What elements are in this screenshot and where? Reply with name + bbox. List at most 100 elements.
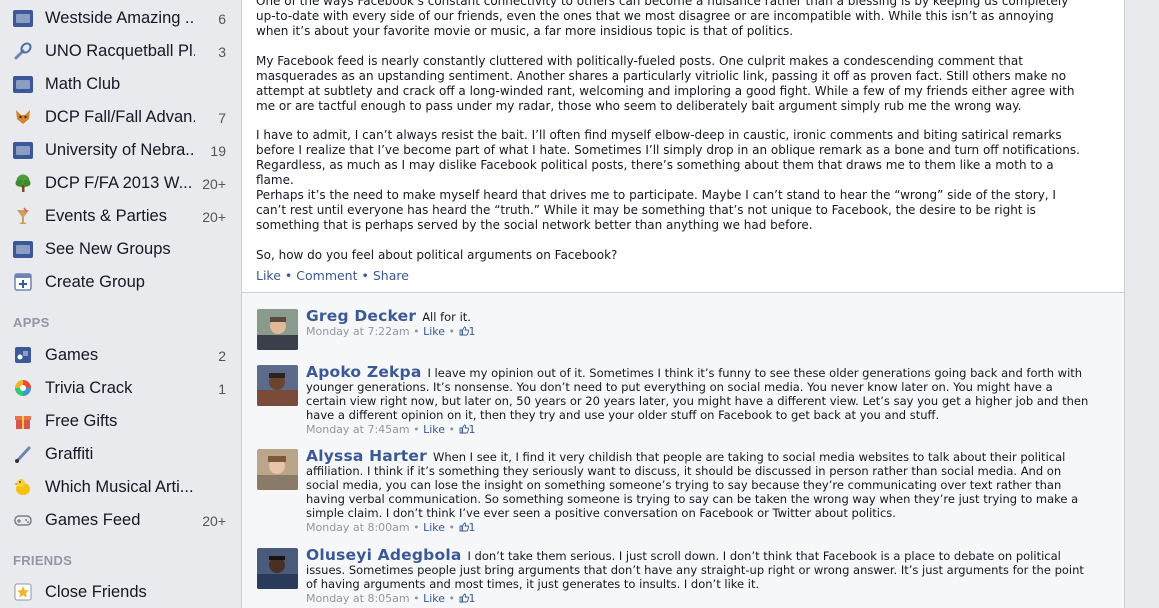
sidebar-item-label: Close Friends [45, 583, 147, 601]
notification-count: 3 [218, 44, 226, 60]
like-count[interactable]: 1 [469, 325, 476, 338]
sidebar-item-uno-racquetball[interactable]: UNO Racquetball Pl... 3 [0, 34, 243, 67]
sidebar-item-label: Games [45, 346, 99, 364]
notification-count: 20+ [202, 176, 226, 192]
thumbs-up-icon[interactable] [459, 592, 469, 605]
group-icon [13, 74, 33, 94]
notification-count: 1 [218, 381, 226, 397]
apps-section-header: APPS [13, 315, 50, 330]
notification-count: 2 [218, 348, 226, 364]
comment-text: I leave my opinion out of it. Sometimes … [306, 366, 1089, 422]
comment-meta: Monday at 8:05am • Like • 1 [306, 592, 476, 605]
avatar[interactable] [257, 309, 298, 350]
comment-like-link[interactable]: Like [423, 325, 445, 338]
post-paragraph: I have to admit, I can’t always resist t… [256, 128, 1080, 187]
sidebar-item-free-gifts[interactable]: Free Gifts [0, 404, 243, 437]
comment-time[interactable]: Monday at 8:05am [306, 592, 410, 605]
sidebar-item-label: Graffiti [45, 445, 94, 463]
comment-like-link[interactable]: Like [423, 521, 445, 534]
controller-icon [13, 510, 33, 530]
sidebar-item-see-new-groups[interactable]: See New Groups [0, 232, 243, 265]
cup-icon [13, 206, 33, 226]
sidebar-item-dcp-fall[interactable]: DCP Fall/Fall Advan... 7 [0, 100, 243, 133]
commenter-name[interactable]: Alyssa Harter [306, 447, 427, 465]
sidebar-item-label: UNO Racquetball Pl... [45, 42, 195, 60]
sidebar-item-dcp-ffa-2013[interactable]: DCP F/FA 2013 W... 20+ [0, 166, 243, 199]
avatar[interactable] [257, 449, 298, 490]
left-sidebar: Westside Amazing ... 6 UNO Racquetball P… [0, 0, 243, 608]
comment-time[interactable]: Monday at 7:22am [306, 325, 410, 338]
comments-section: Greg Decker All for it. Monday at 7:22am … [242, 292, 1124, 608]
notification-count: 6 [218, 11, 226, 27]
sidebar-item-create-group[interactable]: Create Group [0, 265, 243, 298]
sidebar-item-label: University of Nebra... [45, 141, 195, 159]
notification-count: 7 [218, 110, 226, 126]
comment-meta: Monday at 7:45am • Like • 1 [306, 423, 476, 436]
thumbs-up-icon[interactable] [459, 423, 469, 436]
thumbs-up-icon[interactable] [459, 325, 469, 338]
notification-count: 20+ [202, 209, 226, 225]
comment-like-link[interactable]: Like [423, 423, 445, 436]
sidebar-item-games[interactable]: Games 2 [0, 338, 243, 371]
sidebar-item-which-musical-artist[interactable]: Which Musical Arti... [0, 470, 243, 503]
comment-content: Greg Decker All for it. Monday at 7:22am … [306, 307, 1092, 339]
commenter-name[interactable]: Apoko Zekpa [306, 363, 422, 381]
post-paragraph: One of the ways Facebook’s constant conn… [256, 0, 1069, 38]
tree-icon [13, 173, 33, 193]
thumbs-up-icon[interactable] [459, 521, 469, 534]
sidebar-item-westside-amazing[interactable]: Westside Amazing ... 6 [0, 1, 243, 34]
post-paragraph: My Facebook feed is nearly constantly cl… [256, 54, 1075, 113]
share-link[interactable]: Share [373, 268, 409, 283]
like-count[interactable]: 1 [469, 521, 476, 534]
sidebar-item-close-friends[interactable]: Close Friends [0, 575, 243, 608]
trivia-icon [13, 378, 33, 398]
sidebar-item-label: Free Gifts [45, 412, 118, 430]
plus-icon [13, 272, 33, 292]
like-count[interactable]: 1 [469, 423, 476, 436]
avatar[interactable] [257, 365, 298, 406]
like-link[interactable]: Like [256, 268, 281, 283]
sidebar-item-events-parties[interactable]: Events & Parties 20+ [0, 199, 243, 232]
notification-count: 19 [210, 143, 226, 159]
comment-link[interactable]: Comment [296, 268, 357, 283]
avatar[interactable] [257, 548, 298, 589]
fox-icon [13, 107, 33, 127]
comment-content: Oluseyi Adegbola I don’t take them seriou… [306, 546, 1092, 606]
star-icon [13, 582, 33, 602]
separator: • [361, 268, 369, 283]
bird-icon [13, 477, 33, 497]
friends-section-header: FRIENDS [13, 553, 73, 568]
sidebar-item-label: Westside Amazing ... [45, 9, 195, 27]
sidebar-item-label: Games Feed [45, 511, 141, 529]
sidebar-item-trivia-crack[interactable]: Trivia Crack 1 [0, 371, 243, 404]
sidebar-item-label: See New Groups [45, 240, 171, 258]
sidebar-item-university-of-nebraska[interactable]: University of Nebra... 19 [0, 133, 243, 166]
group-icon [13, 239, 33, 259]
like-count[interactable]: 1 [469, 592, 476, 605]
comment-content: Apoko Zekpa I leave my opinion out of it.… [306, 363, 1092, 437]
post-panel: One of the ways Facebook’s constant conn… [241, 0, 1125, 608]
post-paragraph: Perhaps it’s the need to make myself hea… [256, 188, 1056, 232]
sidebar-item-graffiti[interactable]: Graffiti [0, 437, 243, 470]
comment-meta: Monday at 8:00am • Like • 1 [306, 521, 476, 534]
comment-time[interactable]: Monday at 8:00am [306, 521, 410, 534]
commenter-name[interactable]: Oluseyi Adegbola [306, 546, 462, 564]
group-icon [13, 140, 33, 160]
sidebar-item-label: Events & Parties [45, 207, 167, 225]
comment-like-link[interactable]: Like [423, 592, 445, 605]
games-icon [13, 345, 33, 365]
sidebar-item-label: Create Group [45, 273, 145, 291]
notification-count: 20+ [202, 513, 226, 529]
brush-icon [13, 444, 33, 464]
commenter-name[interactable]: Greg Decker [306, 307, 416, 325]
comment-time[interactable]: Monday at 7:45am [306, 423, 410, 436]
comment-content: Alyssa Harter When I see it, I find it ve… [306, 447, 1092, 535]
sidebar-item-label: DCP Fall/Fall Advan... [45, 108, 195, 126]
group-icon [13, 8, 33, 28]
sidebar-item-math-club[interactable]: Math Club [0, 67, 243, 100]
comment-text: All for it. [422, 310, 471, 324]
post-actions: Like • Comment • Share [256, 268, 409, 283]
sidebar-item-games-feed[interactable]: Games Feed 20+ [0, 503, 243, 536]
gift-icon [13, 411, 33, 431]
sidebar-item-label: Which Musical Arti... [45, 478, 194, 496]
